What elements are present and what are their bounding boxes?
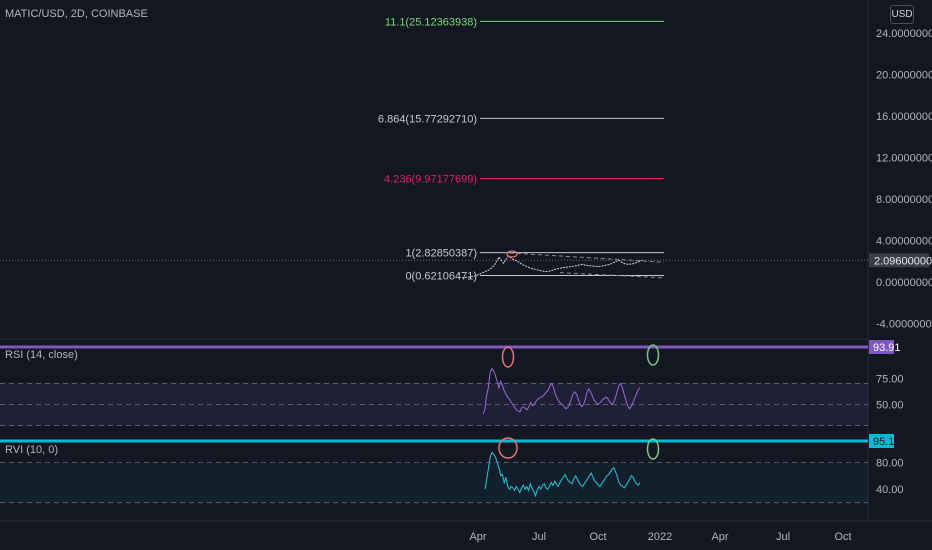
rsi-value-label: 93.91: [873, 342, 901, 354]
main-y-tick-label: 20.00000000: [876, 70, 932, 82]
fib-level-label: 0(0.62106471): [405, 271, 477, 283]
x-tick-label: Jul: [776, 531, 790, 543]
x-tick-label: Apr: [469, 531, 486, 543]
rsi-circle-marker-red: [501, 346, 515, 368]
rvi-value-label: 95.13: [873, 436, 901, 448]
rvi-background-band: [0, 462, 868, 503]
x-tick-label: Oct: [589, 531, 606, 543]
rsi-title: RSI (14, close): [5, 349, 78, 361]
x-tick-label: Jul: [532, 531, 546, 543]
x-tick-label: Oct: [834, 531, 851, 543]
fib-level-label: 6.864(15.77292710): [378, 113, 477, 125]
main-y-tick-label: -4.00000000: [876, 319, 932, 331]
fib-level-label: 4.236(9.97177699): [384, 174, 477, 186]
main-y-tick-label: 16.00000000: [876, 111, 932, 123]
rvi-y-tick-label: 80.00: [876, 457, 904, 469]
rsi-y-tick-label: 75.00: [876, 373, 904, 385]
fib-level-label: 1(2.82850387): [405, 248, 477, 260]
currency-button[interactable]: USD: [890, 5, 914, 24]
price-peak-marker: [506, 250, 518, 258]
rsi-y-tick-label: 50.00: [876, 400, 904, 412]
rvi-y-tick-label: 40.00: [876, 484, 904, 496]
x-tick-label: Apr: [711, 531, 728, 543]
main-y-tick-label: 0.00000000: [876, 277, 932, 289]
x-tick-label: 2022: [648, 531, 672, 543]
chart-svg: 24.00000000 20.00000000 16.00000000 12.0000…: [0, 0, 932, 543]
symbol-title: MATIC/USD, 2D, COINBASE: [5, 8, 148, 20]
current-price-label: 2.09600000: [874, 255, 932, 267]
main-y-tick-label: 24.00000000: [876, 28, 932, 40]
rvi-title: RVI (10, 0): [5, 444, 58, 456]
main-y-tick-label: 8.00000000: [876, 194, 932, 206]
main-y-tick-label: 4.00000000: [876, 236, 932, 248]
fib-level-label: 11.1(25.12363938): [385, 16, 477, 28]
main-y-tick-label: 12.00000000: [876, 153, 932, 165]
